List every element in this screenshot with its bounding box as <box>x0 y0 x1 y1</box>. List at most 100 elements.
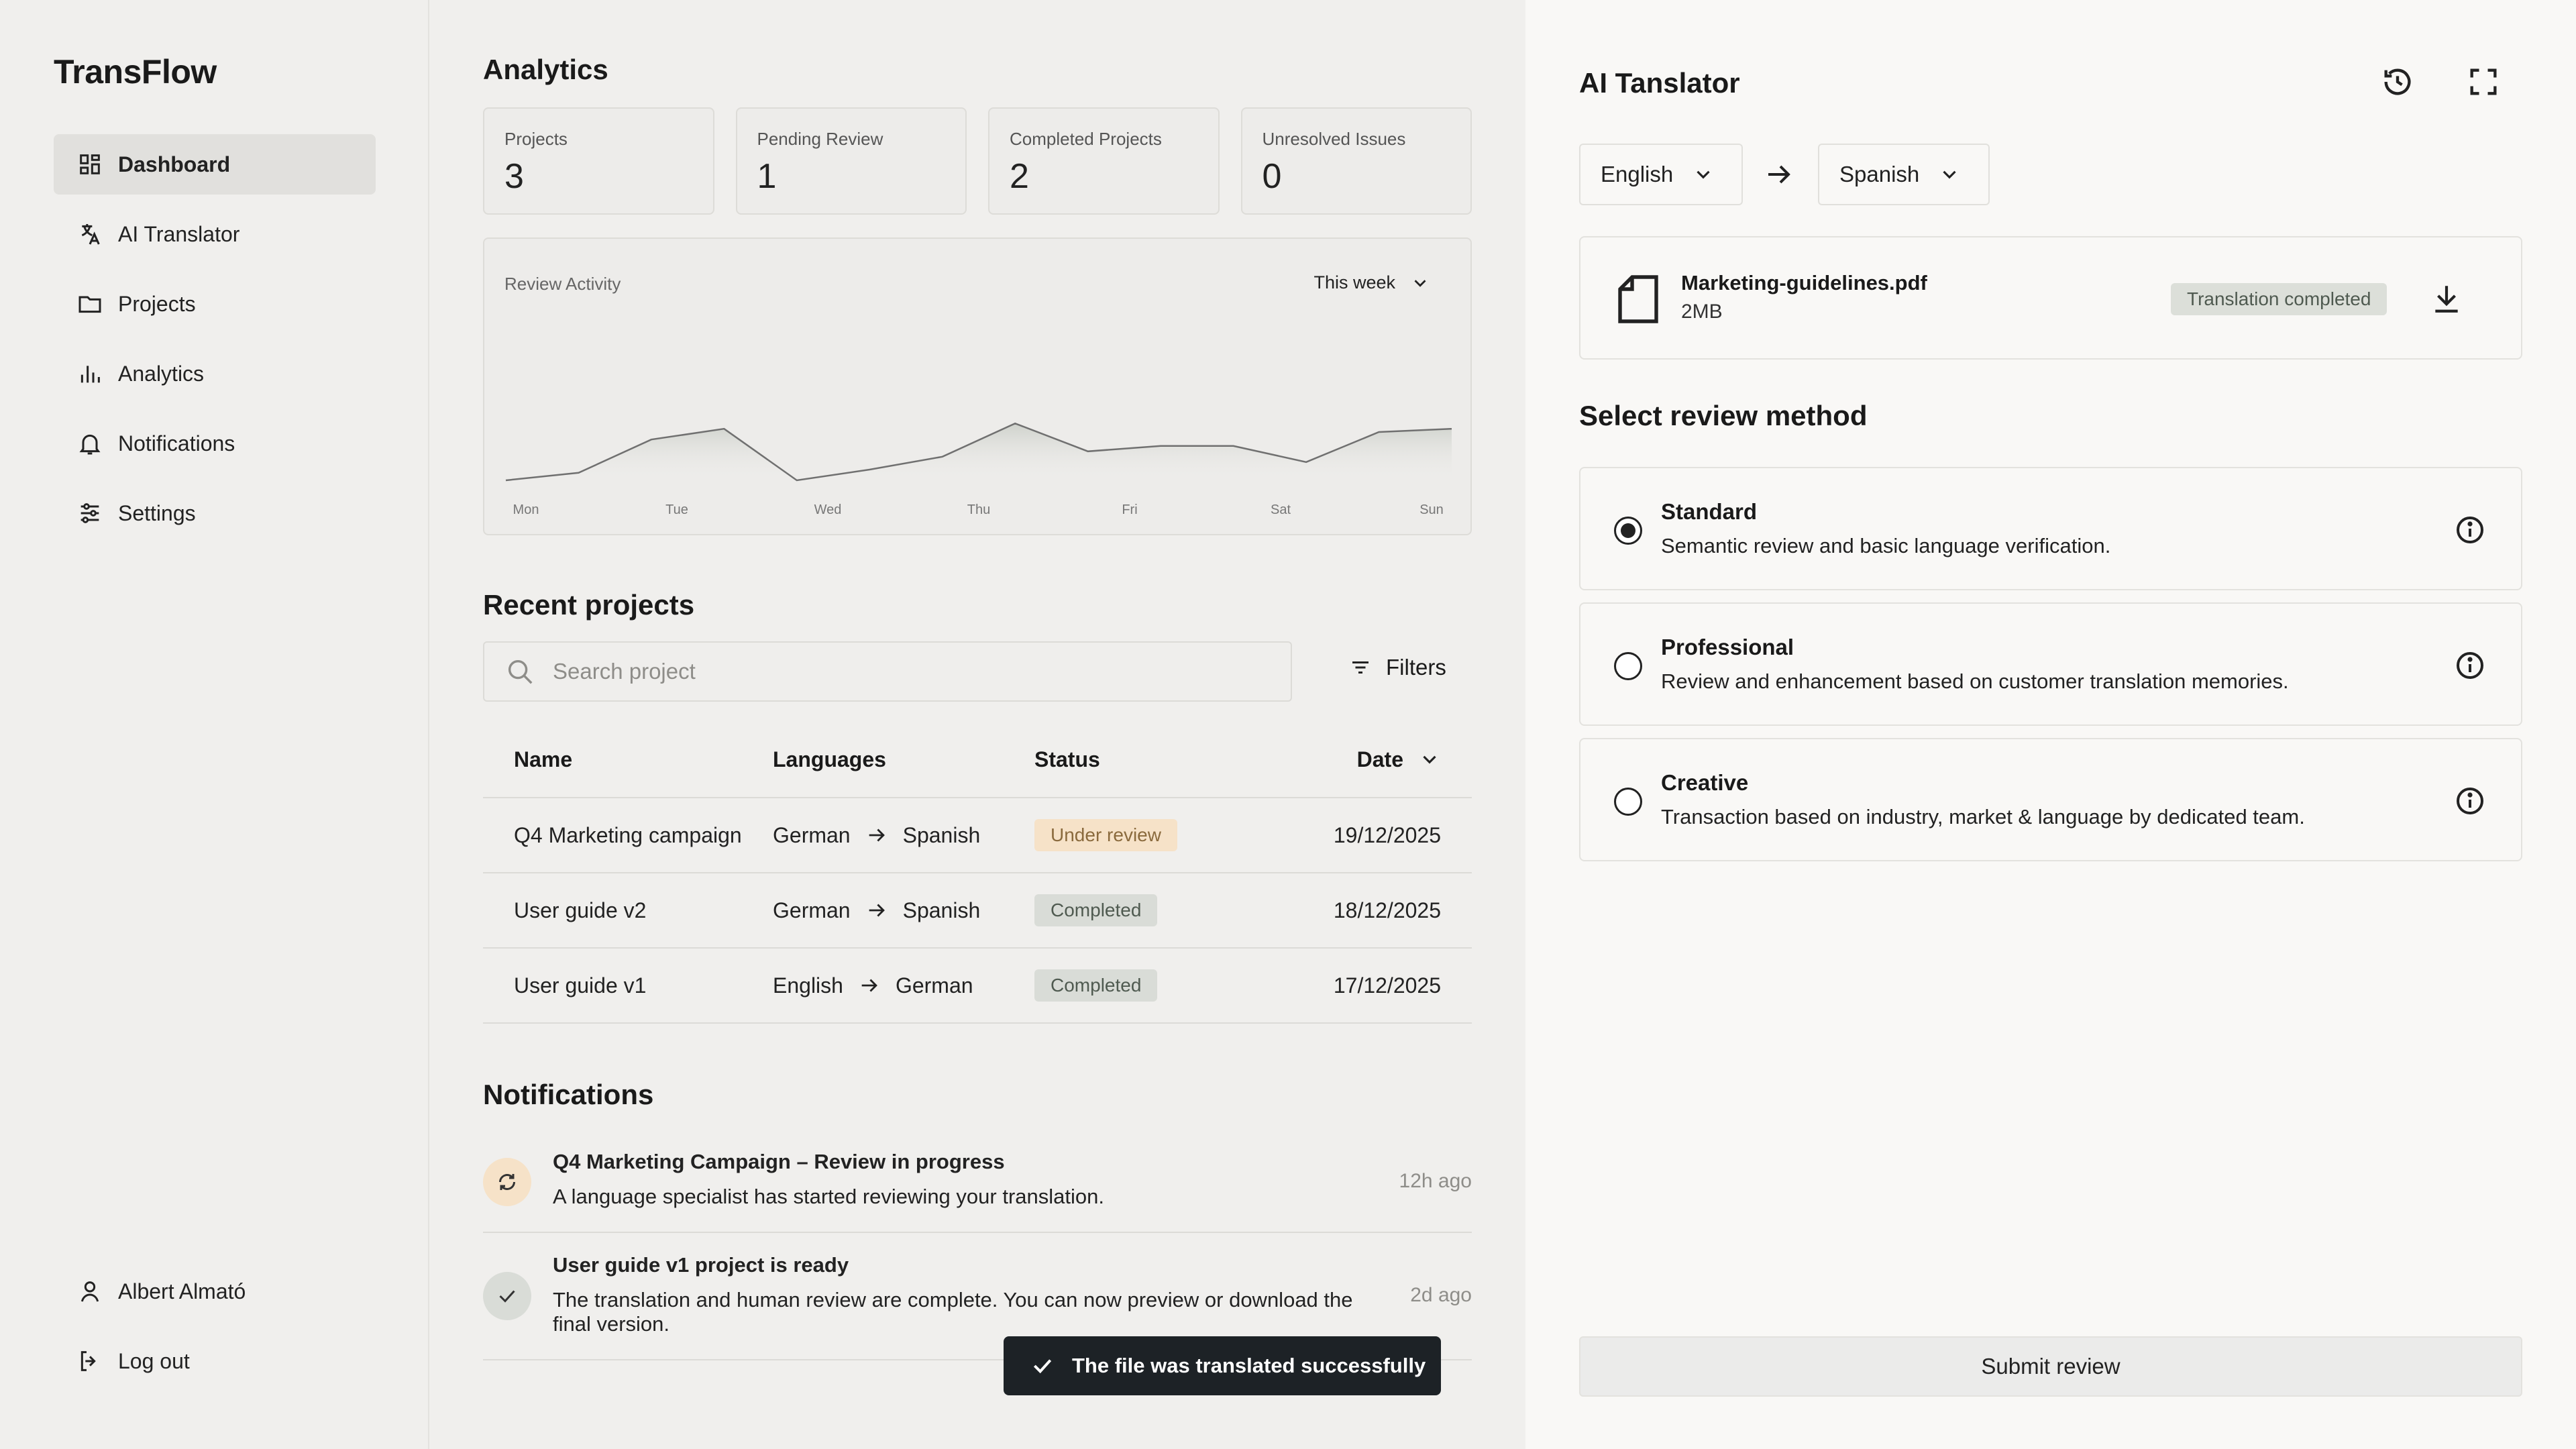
stat-value: 3 <box>504 157 524 196</box>
arrow-right-icon <box>1768 165 1790 184</box>
project-status: Completed <box>1034 969 1303 1002</box>
x-tick-label: Fri <box>1122 502 1137 517</box>
notification-status-icon <box>483 1158 531 1206</box>
stat-label: Projects <box>504 129 568 149</box>
column-header-date[interactable]: Date <box>1303 747 1472 772</box>
notification-title: Q4 Marketing Campaign – Review in progre… <box>553 1150 1005 1173</box>
project-status: Under review <box>1034 819 1303 851</box>
sidebar-item-settings[interactable]: Settings <box>54 483 376 543</box>
radio-standard[interactable] <box>1614 517 1642 545</box>
dashboard-main: Analytics Projects 3 Pending Review 1 Co… <box>483 0 1472 1449</box>
status-badge: Completed <box>1034 969 1158 1002</box>
toast-message: The file was translated successfully <box>1072 1354 1426 1377</box>
stat-card-issues: Unresolved Issues 0 <box>1240 107 1472 215</box>
stat-value: 1 <box>757 157 777 196</box>
arrow-right-icon <box>869 904 885 917</box>
project-status: Completed <box>1034 894 1303 926</box>
brand-logo: TransFlow <box>54 53 217 91</box>
x-tick-label: Mon <box>513 502 539 517</box>
review-method-creative[interactable]: Creative Transaction based on industry, … <box>1579 738 2522 861</box>
column-header-date-label: Date <box>1356 747 1403 771</box>
source-language: English <box>773 973 843 998</box>
column-header-status[interactable]: Status <box>1034 747 1303 772</box>
logout-button[interactable]: Log out <box>54 1331 376 1391</box>
sidebar-item-notifications[interactable]: Notifications <box>54 413 376 474</box>
submit-review-button[interactable]: Submit review <box>1579 1336 2522 1397</box>
radio-creative[interactable] <box>1614 788 1642 816</box>
user-icon <box>80 1281 99 1302</box>
method-title: Creative <box>1661 770 1749 795</box>
project-name: User guide v2 <box>514 898 647 922</box>
notification-status-icon <box>483 1272 531 1320</box>
uploaded-file-card: Marketing-guidelines.pdf 2MB Translation… <box>1579 236 2522 360</box>
sidebar-item-dashboard[interactable]: Dashboard <box>54 134 376 195</box>
project-date: 18/12/2025 <box>1333 898 1441 922</box>
check-icon <box>499 1290 515 1303</box>
stat-label: Completed Projects <box>1010 129 1162 149</box>
stat-label: Unresolved Issues <box>1262 129 1406 149</box>
column-header-name[interactable]: Name <box>483 747 773 772</box>
target-language: German <box>895 973 973 998</box>
notification-item[interactable]: Q4 Marketing Campaign – Review in progre… <box>483 1140 1472 1233</box>
notification-body: A language specialist has started review… <box>553 1185 1104 1208</box>
project-date: 17/12/2025 <box>1333 973 1441 998</box>
review-method-standard[interactable]: Standard Semantic review and basic langu… <box>1579 467 2522 590</box>
analytics-title: Analytics <box>483 54 608 85</box>
notification-time: 12h ago <box>1399 1170 1472 1192</box>
user-profile[interactable]: Albert Almató <box>54 1261 376 1322</box>
info-icon[interactable] <box>2454 649 2486 682</box>
translate-icon <box>81 224 100 245</box>
history-icon[interactable] <box>2380 64 2415 99</box>
table-row[interactable]: User guide v2 German Spanish Completed 1… <box>483 873 1472 949</box>
chevron-down-icon <box>1414 279 1426 287</box>
status-badge: Under review <box>1034 819 1177 851</box>
x-tick-label: Wed <box>814 502 842 517</box>
source-language: German <box>773 822 851 847</box>
project-date: 19/12/2025 <box>1333 822 1441 847</box>
ai-translator-panel: AI Tanslator English Spanish Marketing-g… <box>1525 0 2576 1449</box>
method-description: Review and enhancement based on customer… <box>1661 669 2289 693</box>
dashboard-icon <box>80 154 100 174</box>
target-language: Spanish <box>902 898 981 922</box>
sidebar-nav: Dashboard AI Translator Projects Analyti… <box>54 134 376 553</box>
info-icon[interactable] <box>2454 514 2486 546</box>
sidebar-item-analytics[interactable]: Analytics <box>54 343 376 404</box>
bell-icon <box>79 434 101 455</box>
chevron-down-icon <box>1423 755 1436 764</box>
source-language-select[interactable]: English <box>1579 144 1743 205</box>
search-input[interactable] <box>553 659 1224 684</box>
filter-icon <box>1352 661 1368 674</box>
stat-card-completed: Completed Projects 2 <box>988 107 1220 215</box>
projects-table: Name Languages Status Date Q4 Marketing … <box>483 722 1472 1024</box>
stat-card-projects: Projects 3 <box>483 107 714 215</box>
sidebar-item-ai-translator[interactable]: AI Translator <box>54 204 376 264</box>
download-icon[interactable] <box>2430 282 2463 315</box>
search-field[interactable] <box>483 641 1292 702</box>
table-row[interactable]: User guide v1 English German Completed 1… <box>483 949 1472 1024</box>
stats-row: Projects 3 Pending Review 1 Completed Pr… <box>483 107 1472 215</box>
sidebar-item-label: Dashboard <box>118 152 231 176</box>
logout-icon <box>80 1351 96 1371</box>
stat-label: Pending Review <box>757 129 883 149</box>
file-size: 2MB <box>1681 301 1723 323</box>
table-row[interactable]: Q4 Marketing campaign German Spanish Und… <box>483 798 1472 873</box>
method-description: Semantic review and basic language verif… <box>1661 534 2111 557</box>
check-icon <box>1033 1359 1052 1374</box>
review-activity-card: Mon Tue Wed Thu Fri Sat Sun Review Activity Th… <box>483 237 1472 535</box>
project-languages: English German <box>773 973 1034 998</box>
filters-button[interactable]: Filters <box>1348 655 1446 680</box>
chevron-down-icon <box>1943 170 1956 179</box>
panel-title: AI Tanslator <box>1579 67 1740 99</box>
review-method-professional[interactable]: Professional Review and enhancement base… <box>1579 602 2522 726</box>
chart-range-select[interactable]: This week <box>1313 272 1430 293</box>
column-header-languages[interactable]: Languages <box>773 747 1034 772</box>
radio-professional[interactable] <box>1614 652 1642 680</box>
sidebar-item-projects[interactable]: Projects <box>54 274 376 334</box>
fullscreen-icon[interactable] <box>2466 64 2501 99</box>
target-language-select[interactable]: Spanish <box>1818 144 1990 205</box>
sliders-icon <box>80 503 99 523</box>
sidebar-item-label: AI Translator <box>118 221 240 246</box>
sidebar: TransFlow Dashboard AI Translator Projec… <box>0 0 429 1449</box>
method-description: Transaction based on industry, market & … <box>1661 805 2305 828</box>
info-icon[interactable] <box>2454 785 2486 817</box>
